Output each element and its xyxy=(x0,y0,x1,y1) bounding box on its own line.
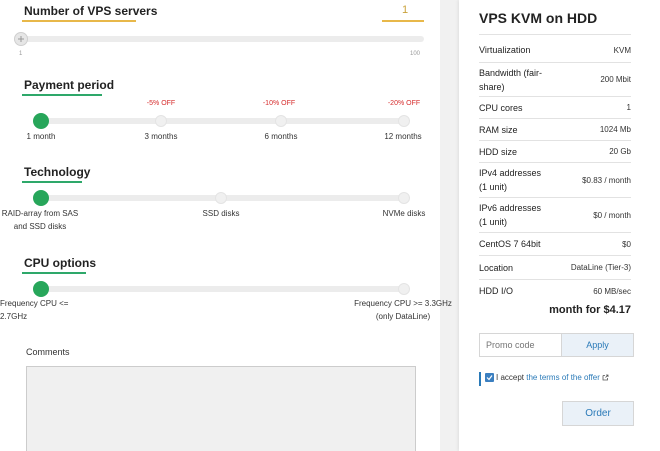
payment-period-track[interactable] xyxy=(38,118,408,124)
spec-label: RAM size xyxy=(479,124,518,135)
spec-row-hdd-io: HDD I/O 60 MB/sec xyxy=(479,280,631,302)
cpu-options-title: CPU options xyxy=(24,256,96,270)
spec-row-cpu-cores: CPU cores 1 xyxy=(479,97,631,119)
order-summary-panel: VPS KVM on HDD Virtualization KVM Bandwi… xyxy=(459,0,660,451)
payment-option-12-months[interactable]: 12 months xyxy=(373,130,433,143)
payment-period-underline xyxy=(22,94,102,96)
plan-title: VPS KVM on HDD xyxy=(479,10,598,26)
spec-value: $0 / month xyxy=(593,210,631,220)
spec-label: Bandwidth (fair-share) xyxy=(479,67,543,92)
spec-value: KVM xyxy=(613,45,631,55)
payment-option-1-month[interactable]: 1 month xyxy=(11,130,71,143)
vps-count-title: Number of VPS servers xyxy=(24,4,158,18)
cpu-options-underline xyxy=(22,272,86,274)
spec-row-ram: RAM size 1024 Mb xyxy=(479,119,631,141)
vps-count-value[interactable]: 1 xyxy=(390,4,420,16)
payment-period-title: Payment period xyxy=(24,78,115,92)
vps-count-track[interactable] xyxy=(20,36,424,42)
vps-count-slider-handle[interactable] xyxy=(14,32,28,46)
spec-label: HDD I/O xyxy=(479,286,514,296)
vps-count-max: 100 xyxy=(410,51,421,57)
payment-option-6-months[interactable]: 6 months xyxy=(251,130,311,143)
discount-12-months: -20% OFF xyxy=(387,100,421,107)
terms-link[interactable]: the terms of the offer xyxy=(526,373,600,382)
technology-option-raid-line2: and SSD disks xyxy=(13,222,67,231)
spec-value: 200 Mbit xyxy=(600,75,631,84)
payment-option-3-months[interactable]: 3 months xyxy=(131,130,191,143)
comments-textarea[interactable] xyxy=(26,366,416,451)
spec-value: 20 Gb xyxy=(609,147,631,156)
technology-nvme-knob[interactable] xyxy=(398,192,410,204)
spec-row-bandwidth: Bandwidth (fair-share) 200 Mbit xyxy=(479,63,631,97)
cpu-options-track[interactable] xyxy=(38,286,408,292)
vps-count-min: 1 xyxy=(19,51,23,57)
spec-label: CPU cores xyxy=(479,102,523,113)
cpu-high-freq-knob[interactable] xyxy=(398,283,410,295)
terms-text: I accept the terms of the offer xyxy=(496,373,609,382)
payment-12-months-knob[interactable] xyxy=(398,115,410,127)
spec-row-virtualization: Virtualization KVM xyxy=(479,38,631,63)
promo-group: Apply xyxy=(479,333,634,357)
cpu-option-high-freq-line1: Frequency CPU >= 3.3GHz xyxy=(354,299,452,308)
technology-title: Technology xyxy=(24,165,91,179)
technology-option-ssd[interactable]: SSD disks xyxy=(190,207,252,220)
technology-option-raid[interactable]: RAID-array from SAS and SSD disks xyxy=(0,207,80,233)
spec-value: 1 xyxy=(626,103,631,112)
promo-apply-button[interactable]: Apply xyxy=(562,334,633,356)
spec-row-ipv6: IPv6 addresses (1 unit) $0 / month xyxy=(479,198,631,233)
payment-3-months-knob[interactable] xyxy=(155,115,167,127)
external-link-icon xyxy=(602,374,609,381)
vps-count-underline xyxy=(22,20,136,22)
discount-3-months: -5% OFF xyxy=(146,100,176,107)
spec-label: HDD size xyxy=(479,146,518,157)
spec-label: IPv6 addresses (1 unit) xyxy=(479,203,542,227)
spec-value: $0.83 / month xyxy=(582,175,631,185)
discount-6-months: -10% OFF xyxy=(262,100,296,107)
cpu-option-low-freq[interactable]: Frequency CPU <= 2.7GHz xyxy=(0,297,90,323)
spec-label: Location xyxy=(479,262,514,273)
terms-accent-bar xyxy=(479,372,481,386)
spec-row-hdd-size: HDD size 20 Gb xyxy=(479,141,631,163)
total-price: month for $4.17 xyxy=(549,304,631,316)
spec-value: DataLine (Tier-3) xyxy=(570,263,631,272)
promo-code-input[interactable] xyxy=(480,334,562,356)
configurator-panel: Number of VPS servers 1 1 100 Payment pe… xyxy=(0,0,452,451)
spec-value: 1024 Mb xyxy=(599,125,631,134)
comments-label: Comments xyxy=(26,347,70,357)
technology-underline xyxy=(22,181,82,183)
spec-value: $0 xyxy=(622,239,631,249)
technology-option-raid-line1: RAID-array from SAS xyxy=(1,209,79,218)
payment-1-month-knob[interactable] xyxy=(33,113,49,129)
spec-row-location: Location DataLine (Tier-3) xyxy=(479,256,631,280)
spec-label: Virtualization xyxy=(479,45,531,55)
order-button[interactable]: Order xyxy=(562,401,634,426)
spec-row-ipv4: IPv4 addresses (1 unit) $0.83 / month xyxy=(479,163,631,198)
vps-count-value-underline xyxy=(382,20,424,22)
payment-6-months-knob[interactable] xyxy=(275,115,287,127)
technology-raid-knob[interactable] xyxy=(33,190,49,206)
cpu-low-freq-knob[interactable] xyxy=(33,281,49,297)
spec-label: CentOS 7 64bit xyxy=(479,239,541,249)
terms-checkbox[interactable] xyxy=(485,373,494,382)
spec-row-os: CentOS 7 64bit $0 xyxy=(479,233,631,256)
cpu-option-high-freq[interactable]: Frequency CPU >= 3.3GHz (only DataLine) xyxy=(352,297,454,323)
plan-title-divider xyxy=(479,34,631,35)
technology-option-nvme[interactable]: NVMe disks xyxy=(373,207,435,220)
drag-handle-icon xyxy=(18,36,24,42)
technology-ssd-knob[interactable] xyxy=(215,192,227,204)
checkmark-icon xyxy=(486,375,493,381)
cpu-option-high-freq-line2: (only DataLine) xyxy=(375,312,431,321)
spec-label: IPv4 addresses (1 unit) xyxy=(479,168,542,192)
accept-label: I accept xyxy=(496,373,525,382)
spec-value: 60 MB/sec xyxy=(593,286,631,296)
